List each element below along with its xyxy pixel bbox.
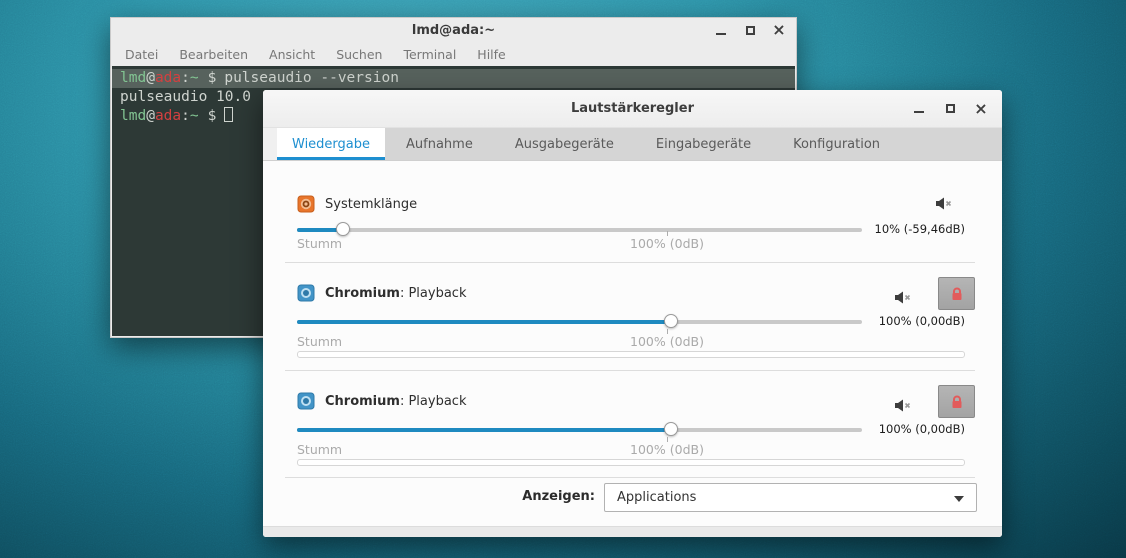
tab-wiedergabe[interactable]: Wiedergabe <box>277 128 386 160</box>
stream-suffix: : Playback <box>399 393 467 409</box>
peak-meter <box>297 351 965 358</box>
mute-icon[interactable] <box>895 291 911 304</box>
show-filter-dropdown[interactable]: Applications <box>604 483 977 512</box>
menu-item-suchen[interactable]: Suchen <box>336 47 382 62</box>
menu-item-hilfe[interactable]: Hilfe <box>477 47 505 62</box>
menu-item-datei[interactable]: Datei <box>125 47 158 62</box>
chromium-icon <box>297 284 315 302</box>
peak-meter <box>297 459 965 466</box>
prompt-host: ada <box>154 70 182 86</box>
tab-ausgabegeraete[interactable]: Ausgabegeräte <box>494 128 635 160</box>
lock-icon <box>952 287 961 300</box>
system-sounds-icon <box>297 195 315 213</box>
chromium-icon <box>297 392 315 410</box>
volume-slider-fill <box>297 422 678 436</box>
mixer-title: Lautstärkeregler <box>571 101 694 116</box>
terminal-cursor <box>224 107 234 122</box>
row-separator <box>285 370 975 371</box>
close-icon[interactable]: × <box>772 22 785 38</box>
slider-100-label: 100% (0dB) <box>630 334 704 349</box>
terminal-line-command: lmd@ada:~ $ pulseaudio --version <box>112 69 795 88</box>
volume-slider[interactable] <box>297 314 862 328</box>
menu-item-ansicht[interactable]: Ansicht <box>269 47 315 62</box>
maximize-icon[interactable] <box>744 24 756 36</box>
prompt-user: lmd <box>120 70 147 86</box>
lock-channels-button[interactable] <box>938 385 975 418</box>
close-icon[interactable]: × <box>974 100 987 116</box>
show-filter-label: Anzeigen: <box>522 489 595 504</box>
volume-value-label: 100% (0,00dB) <box>878 422 965 436</box>
prompt-at: @ <box>146 108 155 124</box>
menu-item-terminal[interactable]: Terminal <box>403 47 456 62</box>
mixer-window-controls: × <box>913 90 988 127</box>
stream-name: Chromium <box>325 285 400 301</box>
desktop-background: lmd@ada:~ × Datei Bearbeiten Ansicht Suc… <box>0 0 1126 558</box>
prompt-dollar: $ <box>207 108 217 124</box>
minimize-icon[interactable] <box>913 103 925 115</box>
slider-min-label: Stumm <box>297 236 343 251</box>
stream-name: Systemklänge <box>325 196 418 212</box>
lock-icon <box>952 395 961 408</box>
mute-icon[interactable] <box>895 399 911 412</box>
tab-aufnahme[interactable]: Aufnahme <box>385 128 494 160</box>
slider-100-label: 100% (0dB) <box>630 442 704 457</box>
prompt-host: ada <box>154 108 182 124</box>
slider-min-label: Stumm <box>297 442 343 457</box>
row-separator <box>285 262 975 263</box>
prompt-user: lmd <box>120 108 147 124</box>
stream-row-system-sounds: Systemklänge 10% (-59,46dB) Stumm 100% (… <box>297 193 975 262</box>
prompt-separator: : <box>181 108 190 124</box>
tab-eingabegeraete[interactable]: Eingabegeräte <box>635 128 772 160</box>
volume-slider-handle[interactable] <box>336 222 351 236</box>
lock-channels-button[interactable] <box>938 277 975 310</box>
terminal-menubar: Datei Bearbeiten Ansicht Suchen Terminal… <box>111 42 796 66</box>
volume-value-label: 10% (-59,46dB) <box>874 222 965 236</box>
terminal-title: lmd@ada:~ <box>411 22 496 38</box>
stream-row-chromium-2: Chromium : Playback 100% (0,00dB) Stumm … <box>297 385 975 483</box>
maximize-icon[interactable] <box>944 103 956 115</box>
terminal-titlebar[interactable]: lmd@ada:~ × <box>111 18 796 42</box>
volume-slider[interactable] <box>297 222 862 236</box>
mixer-titlebar[interactable]: Lautstärkeregler × <box>263 90 1002 128</box>
window-bottom-edge <box>263 526 1002 537</box>
volume-value-label: 100% (0,00dB) <box>878 314 965 328</box>
mute-icon[interactable] <box>936 197 952 210</box>
terminal-window-controls: × <box>715 18 786 42</box>
prompt-path: ~ <box>189 108 199 124</box>
chevron-down-icon <box>954 496 964 502</box>
slider-100-label: 100% (0dB) <box>630 236 704 251</box>
stream-row-chromium-1: Chromium : Playback 100% (0,00dB) Stumm … <box>297 277 975 375</box>
volume-control-window: Lautstärkeregler × Wiedergabe Aufnahme A… <box>263 90 1002 537</box>
prompt-at: @ <box>146 70 155 86</box>
prompt-path: ~ <box>189 70 199 86</box>
menu-item-bearbeiten[interactable]: Bearbeiten <box>179 47 248 62</box>
prompt-separator: : <box>181 70 190 86</box>
volume-slider-fill <box>297 314 678 328</box>
prompt-dollar: $ <box>207 70 217 86</box>
minimize-icon[interactable] <box>715 24 727 36</box>
stream-suffix: : Playback <box>399 285 467 301</box>
stream-name: Chromium <box>325 393 400 409</box>
slider-min-label: Stumm <box>297 334 343 349</box>
playback-tab-content: Systemklänge 10% (-59,46dB) Stumm 100% (… <box>263 161 1002 537</box>
footer-separator <box>285 477 975 478</box>
dropdown-selected-value: Applications <box>617 490 697 505</box>
volume-slider[interactable] <box>297 422 862 436</box>
tab-konfiguration[interactable]: Konfiguration <box>772 128 901 160</box>
mixer-tab-bar: Wiedergabe Aufnahme Ausgabegeräte Eingab… <box>263 128 1002 161</box>
typed-command: pulseaudio --version <box>224 70 399 86</box>
volume-slider-handle[interactable] <box>663 422 678 436</box>
volume-slider-fill <box>297 222 351 236</box>
volume-slider-handle[interactable] <box>663 314 678 328</box>
